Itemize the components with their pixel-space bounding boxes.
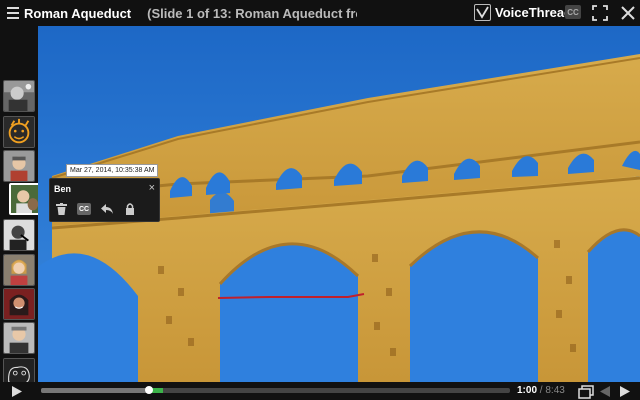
progress-track[interactable] bbox=[41, 386, 510, 394]
lock-icon[interactable] bbox=[123, 202, 137, 216]
slides-icon[interactable] bbox=[578, 385, 594, 399]
comment-actions: CC bbox=[54, 200, 154, 218]
brand-name: VoiceThread bbox=[495, 5, 573, 20]
brand[interactable]: VoiceThread bbox=[474, 4, 572, 21]
time-display: 1:00 / 8:43 bbox=[517, 385, 565, 396]
comment-author: Ben bbox=[54, 184, 72, 194]
play-icon[interactable] bbox=[12, 386, 22, 397]
closed-captions-button[interactable]: CC bbox=[565, 5, 581, 19]
next-slide-icon[interactable] bbox=[620, 386, 630, 397]
comment-timestamp: Mar 27, 2014, 10:35:38 AM bbox=[66, 164, 159, 177]
progress-played bbox=[41, 388, 149, 393]
avatar[interactable] bbox=[3, 80, 35, 112]
avatar[interactable] bbox=[3, 219, 35, 251]
slide-subtitle: (Slide 1 of 13: Roman Aqueduct from a di… bbox=[147, 5, 357, 21]
avatar[interactable] bbox=[3, 116, 35, 148]
comment-cc-button[interactable]: CC bbox=[77, 203, 91, 215]
reply-icon[interactable] bbox=[100, 202, 114, 216]
avatar[interactable] bbox=[3, 322, 35, 354]
fullscreen-icon[interactable] bbox=[592, 5, 608, 21]
voicethread-logo-icon bbox=[474, 4, 491, 21]
duration: 8:43 bbox=[545, 385, 565, 396]
avatar[interactable] bbox=[3, 288, 35, 320]
time-separator: / bbox=[539, 385, 543, 396]
avatar-ben-active[interactable] bbox=[9, 183, 41, 215]
comment-popup: Ben × CC bbox=[49, 178, 160, 222]
commenter-sidebar bbox=[0, 26, 41, 390]
player-bar: 1:00 / 8:43 bbox=[0, 382, 640, 400]
current-time: 1:00 bbox=[517, 385, 538, 396]
top-bar: Roman Aqueduct (Slide 1 of 13: Roman Aqu… bbox=[0, 0, 640, 26]
menu-icon[interactable] bbox=[0, 0, 22, 26]
trash-icon[interactable] bbox=[54, 202, 68, 216]
close-popup-button[interactable]: × bbox=[149, 182, 155, 194]
close-icon[interactable] bbox=[619, 4, 637, 22]
presentation-title: Roman Aqueduct bbox=[24, 5, 132, 21]
avatar[interactable] bbox=[3, 150, 35, 182]
avatar[interactable] bbox=[3, 254, 35, 286]
previous-slide-icon[interactable] bbox=[600, 386, 610, 397]
progress-knob[interactable] bbox=[144, 386, 153, 394]
